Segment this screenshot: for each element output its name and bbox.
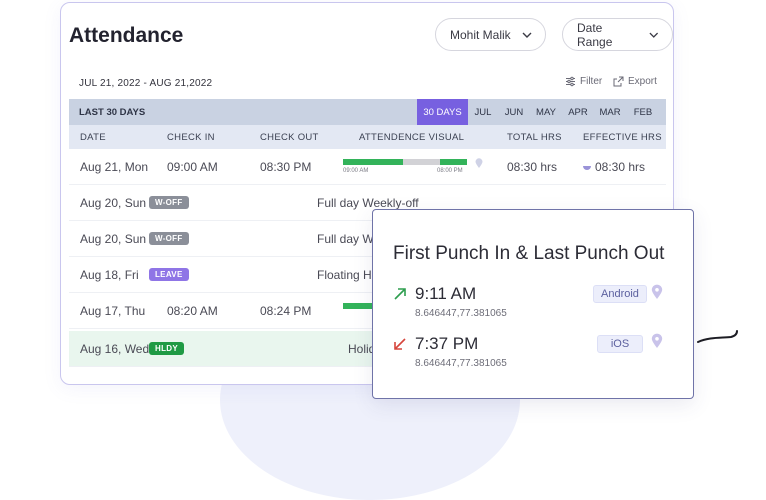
row-date: Aug 20, Sun xyxy=(80,232,147,246)
punch-in-coords: 8.646447,77.381065 xyxy=(415,308,507,319)
column-header-total-hrs: TOTAL HRS xyxy=(507,132,562,143)
row-date: Aug 17, Thu xyxy=(80,304,146,318)
tab-feb[interactable]: FEB xyxy=(628,99,658,125)
tab-apr[interactable]: APR xyxy=(564,99,592,125)
row-check-out: 08:24 PM xyxy=(260,304,312,318)
status-badge: LEAVE xyxy=(149,268,189,281)
period-label: LAST 30 DAYS xyxy=(79,107,146,118)
tab-jun[interactable]: JUN xyxy=(499,99,529,125)
chevron-down-icon xyxy=(522,32,532,38)
row-date: Aug 21, Mon xyxy=(80,160,149,174)
table-header: DATE CHECK IN CHECK OUT ATTENDENCE VISUA… xyxy=(69,125,666,149)
tab-mar[interactable]: MAR xyxy=(595,99,625,125)
punch-out-time: 7:37 PM xyxy=(415,334,479,353)
row-check-in: 09:00 AM xyxy=(167,160,218,174)
row-date: Aug 16, Wed xyxy=(80,342,150,356)
bar-end-time: 08:00 PM xyxy=(437,168,463,174)
export-label: Export xyxy=(628,76,657,87)
period-bar: LAST 30 DAYS 30 DAYS JUL JUN MAY APR MAR… xyxy=(69,99,666,125)
arrow-down-left-icon xyxy=(394,338,406,350)
status-badge: HLDY xyxy=(149,342,184,355)
column-header-attendance-visual: ATTENDENCE VISUAL xyxy=(359,132,465,143)
row-note: Floating Ho xyxy=(317,268,379,282)
row-check-out: 08:30 PM xyxy=(260,160,312,174)
employee-dropdown-label: Mohit Malik xyxy=(450,27,511,42)
row-total-hrs: 08:30 hrs xyxy=(507,160,558,174)
status-badge: W-OFF xyxy=(149,232,189,245)
row-effective-hrs: 08:30 hrs xyxy=(595,160,646,174)
employee-dropdown[interactable]: Mohit Malik xyxy=(435,18,546,51)
column-header-date: DATE xyxy=(80,132,106,143)
filter-button[interactable]: Filter xyxy=(565,76,602,87)
attendance-bar-segment xyxy=(440,159,467,165)
row-check-in: 08:20 AM xyxy=(167,304,218,318)
device-badge-ios: iOS xyxy=(597,335,643,353)
export-button[interactable]: Export xyxy=(613,76,657,87)
status-badge: W-OFF xyxy=(149,196,189,209)
row-date: Aug 18, Fri xyxy=(80,268,139,282)
tab-may[interactable]: MAY xyxy=(531,99,561,125)
date-range-dropdown[interactable]: Date Range xyxy=(562,18,673,51)
location-pin-icon xyxy=(475,158,483,168)
row-date: Aug 20, Sun xyxy=(80,196,147,210)
punch-out-coords: 8.646447,77.381065 xyxy=(415,358,507,369)
filter-icon xyxy=(566,76,575,87)
location-pin-icon[interactable] xyxy=(651,284,663,299)
date-span: JUL 21, 2022 - AUG 21,2022 xyxy=(79,78,213,89)
punch-popup: First Punch In & Last Punch Out 9:11 AM … xyxy=(372,209,694,399)
page-title: Attendance xyxy=(69,24,184,47)
column-header-effective-hrs: EFFECTIVE HRS xyxy=(583,132,662,143)
arrow-up-right-icon xyxy=(394,288,406,300)
column-header-check-out: CHECK OUT xyxy=(260,132,319,143)
chevron-down-icon xyxy=(649,32,659,38)
attendance-bar-segment xyxy=(343,159,403,165)
punch-in-time: 9:11 AM xyxy=(415,284,477,303)
tab-jul[interactable]: JUL xyxy=(470,99,496,125)
date-range-dropdown-label: Date Range xyxy=(577,20,613,49)
attendance-bar xyxy=(343,159,467,165)
decorative-squiggle xyxy=(697,330,738,343)
moon-icon xyxy=(583,166,591,170)
row-note: Full day Weekly-off xyxy=(317,196,419,210)
filter-label: Filter xyxy=(580,76,603,87)
column-header-check-in: CHECK IN xyxy=(167,132,215,143)
tab-30-days[interactable]: 30 DAYS xyxy=(417,99,468,125)
location-pin-icon[interactable] xyxy=(651,333,663,348)
bar-start-time: 09:00 AM xyxy=(343,168,369,174)
export-icon xyxy=(613,76,624,87)
table-row[interactable]: Aug 21, Mon 09:00 AM 08:30 PM 09:00 AM 0… xyxy=(69,149,666,185)
popup-title: First Punch In & Last Punch Out xyxy=(393,243,665,264)
device-badge-android: Android xyxy=(593,285,647,303)
